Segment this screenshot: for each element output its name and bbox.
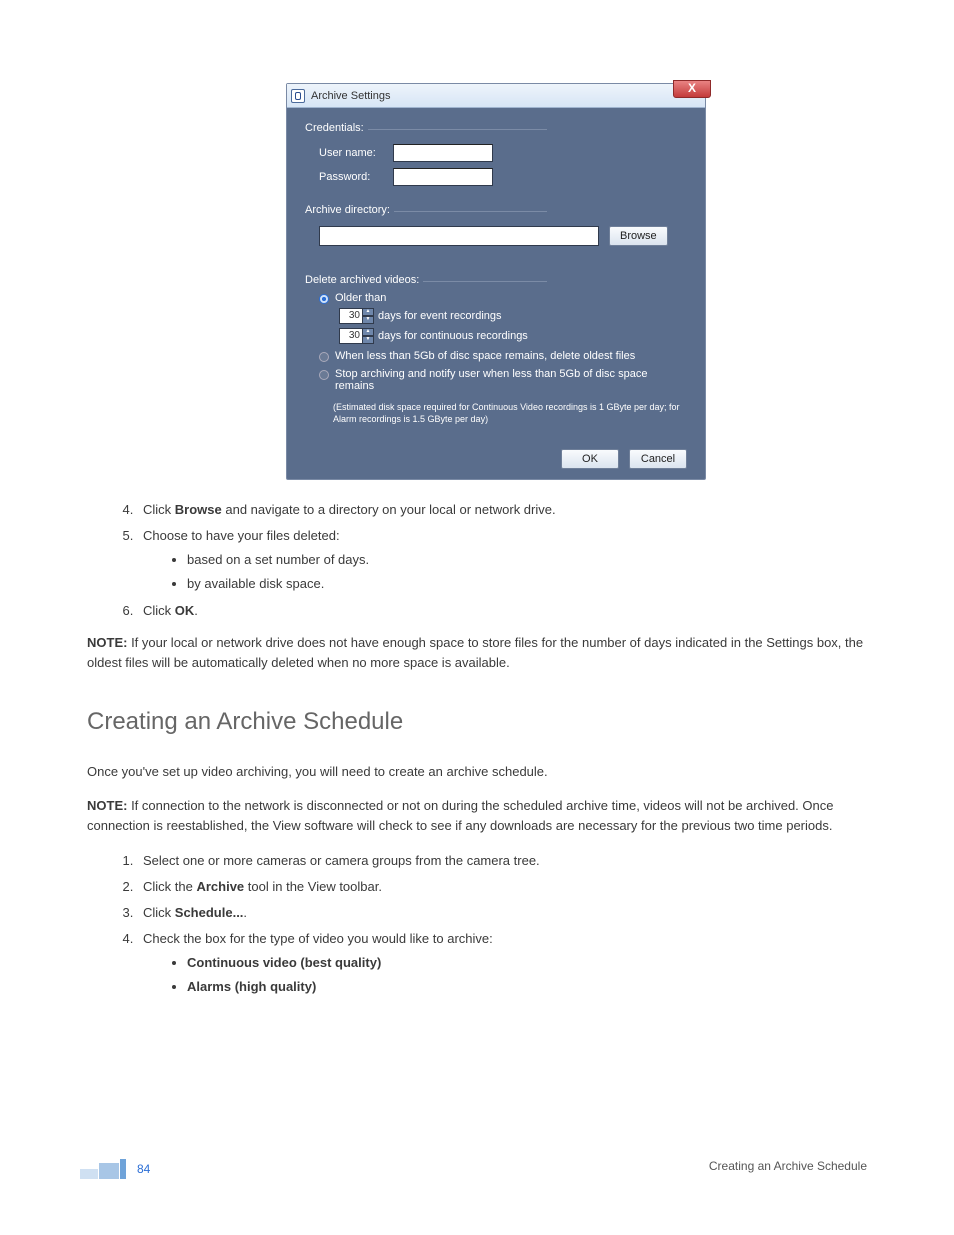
password-label: Password: bbox=[319, 171, 393, 183]
list-item: Click OK. bbox=[137, 601, 867, 621]
list-item: Click the Archive tool in the View toolb… bbox=[137, 877, 867, 897]
radio-older-than[interactable] bbox=[319, 294, 329, 304]
dialog-titlebar[interactable]: Archive Settings X bbox=[287, 84, 705, 108]
cont-days-down[interactable]: ▼ bbox=[363, 336, 374, 344]
cont-days-input[interactable]: 30 bbox=[339, 328, 363, 344]
list-item: Check the box for the type of video you … bbox=[137, 929, 867, 997]
radio-older-than-label: Older than bbox=[335, 292, 386, 304]
app-icon bbox=[291, 89, 305, 103]
username-input[interactable] bbox=[393, 144, 493, 162]
event-days-suffix: days for event recordings bbox=[378, 310, 502, 322]
cancel-button[interactable]: Cancel bbox=[629, 449, 687, 469]
ok-button[interactable]: OK bbox=[561, 449, 619, 469]
cont-days-suffix: days for continuous recordings bbox=[378, 330, 528, 342]
archive-directory-group: Archive directory: Browse bbox=[305, 204, 687, 246]
page-number: 84 bbox=[137, 1162, 150, 1176]
event-days-down[interactable]: ▼ bbox=[363, 316, 374, 324]
archive-settings-dialog: Archive Settings X Credentials: User nam… bbox=[286, 83, 706, 480]
disk-space-estimate: (Estimated disk space required for Conti… bbox=[333, 402, 687, 425]
heading-creating-archive-schedule: Creating an Archive Schedule bbox=[87, 703, 867, 740]
page-footer: 84 Creating an Archive Schedule bbox=[0, 1159, 954, 1181]
archive-directory-legend: Archive directory: bbox=[305, 204, 394, 216]
list-item: Choose to have your files deleted: based… bbox=[137, 526, 867, 594]
footer-section-title: Creating an Archive Schedule bbox=[709, 1159, 867, 1173]
delete-group: Delete archived videos: Older than 30 ▲ … bbox=[305, 274, 687, 425]
note-paragraph: NOTE: If your local or network drive doe… bbox=[87, 633, 867, 673]
list-item: Continuous video (best quality) bbox=[187, 953, 867, 973]
event-days-stepper[interactable]: 30 ▲ ▼ bbox=[339, 308, 374, 324]
note-paragraph: NOTE: If connection to the network is di… bbox=[87, 796, 867, 836]
cont-days-stepper[interactable]: 30 ▲ ▼ bbox=[339, 328, 374, 344]
delete-legend: Delete archived videos: bbox=[305, 274, 423, 286]
radio-stop-archiving[interactable] bbox=[319, 370, 329, 380]
credentials-group: Credentials: User name: Password: bbox=[305, 122, 687, 186]
list-item: Select one or more cameras or camera gro… bbox=[137, 851, 867, 871]
radio-delete-oldest-label: When less than 5Gb of disc space remains… bbox=[335, 350, 635, 362]
radio-delete-oldest[interactable] bbox=[319, 352, 329, 362]
password-input[interactable] bbox=[393, 168, 493, 186]
event-days-up[interactable]: ▲ bbox=[363, 308, 374, 316]
list-item: Alarms (high quality) bbox=[187, 977, 867, 997]
list-item: Click Schedule.... bbox=[137, 903, 867, 923]
dialog-title: Archive Settings bbox=[311, 90, 390, 102]
event-days-input[interactable]: 30 bbox=[339, 308, 363, 324]
close-button[interactable]: X bbox=[673, 80, 711, 98]
cont-days-up[interactable]: ▲ bbox=[363, 328, 374, 336]
credentials-legend: Credentials: bbox=[305, 122, 368, 134]
document-body: Click Browse and navigate to a directory… bbox=[87, 500, 867, 1009]
username-label: User name: bbox=[319, 147, 393, 159]
browse-button[interactable]: Browse bbox=[609, 226, 668, 246]
radio-stop-archiving-label: Stop archiving and notify user when less… bbox=[335, 368, 687, 392]
list-item: by available disk space. bbox=[187, 574, 867, 594]
footer-logo-icon bbox=[80, 1159, 127, 1179]
archive-directory-input[interactable] bbox=[319, 226, 599, 246]
list-item: based on a set number of days. bbox=[187, 550, 867, 570]
list-item: Click Browse and navigate to a directory… bbox=[137, 500, 867, 520]
dialog-body: Credentials: User name: Password: Archiv… bbox=[287, 108, 705, 479]
paragraph: Once you've set up video archiving, you … bbox=[87, 762, 867, 782]
